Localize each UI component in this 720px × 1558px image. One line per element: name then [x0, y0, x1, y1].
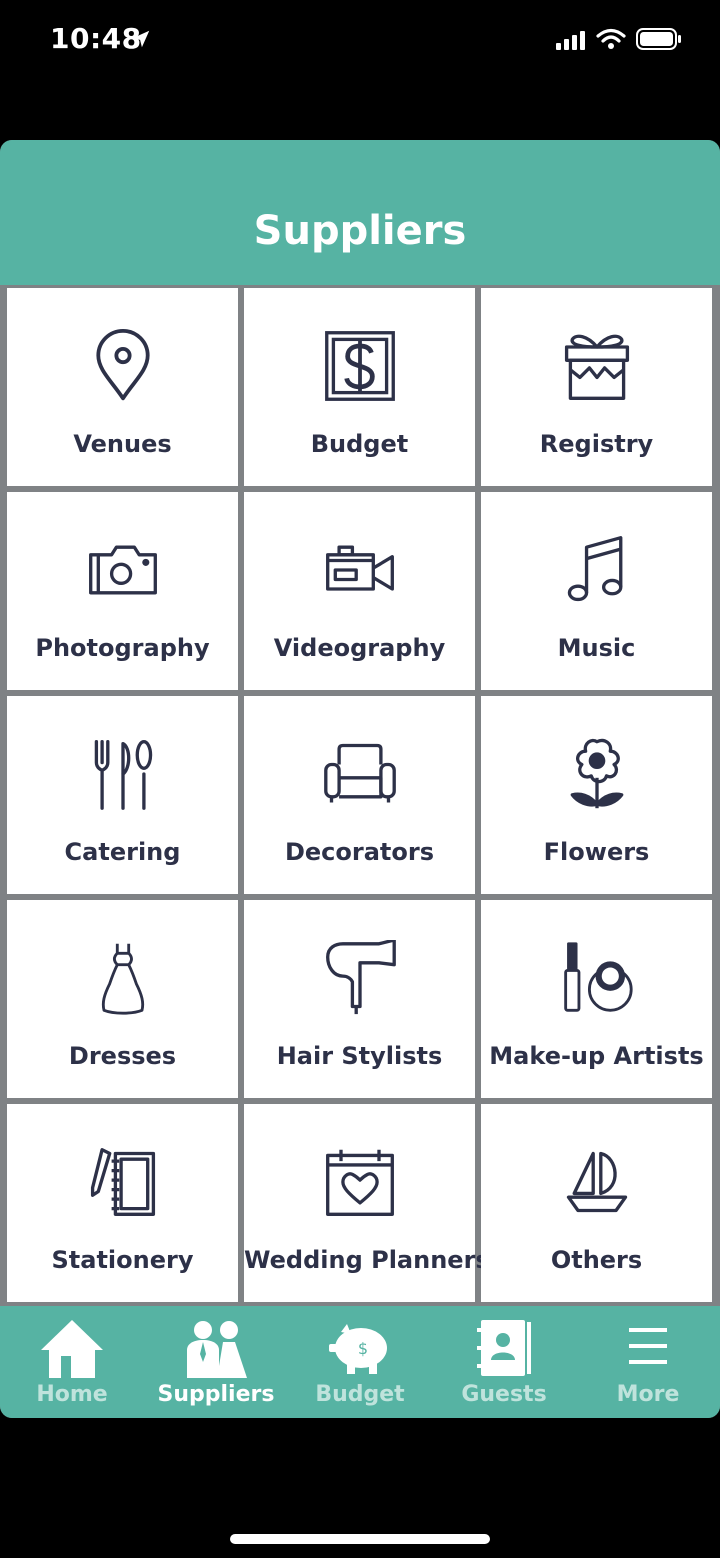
camera-icon [88, 545, 157, 595]
category-label: Others [550, 1246, 643, 1274]
tab-budget[interactable]: $ Budget [288, 1306, 432, 1418]
status-time: 10:48 [50, 22, 142, 55]
category-tile-music[interactable]: Music [481, 492, 712, 690]
tab-label: More [616, 1382, 680, 1407]
map-pin-icon [95, 329, 150, 401]
cutlery-icon [94, 740, 152, 810]
category-label: Budget [310, 430, 409, 458]
category-tile-make-up-artists[interactable]: Make-up Artists [481, 900, 712, 1098]
category-label: Dresses [68, 1042, 177, 1070]
music-note-icon [567, 536, 622, 602]
armchair-icon [323, 743, 396, 803]
category-label: Flowers [543, 838, 650, 866]
category-tile-hair-stylists[interactable]: Hair Stylists [244, 900, 475, 1098]
flower-icon [570, 738, 623, 809]
category-label: Decorators [284, 838, 435, 866]
battery-icon [636, 28, 681, 50]
status-bar: 10:48 [0, 0, 720, 80]
tab-guests[interactable]: Guests [432, 1306, 576, 1418]
category-label: Registry [539, 430, 654, 458]
page-title: Suppliers [253, 208, 467, 254]
category-tile-catering[interactable]: Catering [7, 696, 238, 894]
tab-suppliers[interactable]: Suppliers [144, 1306, 288, 1418]
category-label: Make-up Artists [489, 1042, 704, 1070]
category-tile-others[interactable]: Others [481, 1104, 712, 1302]
tab-home[interactable]: Home [0, 1306, 144, 1418]
category-label: Wedding Planners [244, 1246, 490, 1274]
signal-icon [556, 31, 585, 50]
category-tile-videography[interactable]: Videography [244, 492, 475, 690]
category-tile-photography[interactable]: Photography [7, 492, 238, 690]
category-tile-wedding-planners[interactable]: Wedding Planners [244, 1104, 490, 1302]
category-label: Stationery [51, 1246, 194, 1274]
couple-icon [187, 1321, 247, 1378]
category-label: Hair Stylists [276, 1042, 443, 1070]
category-tile-flowers[interactable]: Flowers [481, 696, 712, 894]
category-label: Catering [64, 838, 181, 866]
location-arrow-icon [132, 30, 150, 48]
category-tile-registry[interactable]: Registry [481, 288, 712, 486]
category-tile-dresses[interactable]: Dresses [7, 900, 238, 1098]
house-icon [41, 1320, 103, 1378]
category-tile-budget[interactable]: Budget [244, 288, 475, 486]
tab-label: Guests [461, 1382, 547, 1407]
home-indicator[interactable] [230, 1534, 490, 1544]
piggy-bank-icon: $ [329, 1324, 387, 1374]
category-tile-decorators[interactable]: Decorators [244, 696, 475, 894]
svg-text:$: $ [358, 1339, 368, 1358]
gift-box-icon [564, 334, 629, 400]
category-tile-stationery[interactable]: Stationery [7, 1104, 238, 1302]
hair-dryer-icon [325, 940, 396, 1015]
category-label: Videography [273, 634, 446, 662]
tab-label: Home [36, 1382, 108, 1407]
wifi-icon [596, 28, 626, 49]
header: Suppliers [0, 140, 720, 285]
hamburger-menu-icon [629, 1328, 667, 1364]
tab-label: Budget [315, 1382, 405, 1407]
category-label: Music [557, 634, 636, 662]
tab-bar: Home Suppliers $ Budget Guests More [0, 1306, 720, 1418]
dress-icon [101, 943, 144, 1015]
tab-more[interactable]: More [576, 1306, 720, 1418]
makeup-icon [563, 942, 633, 1012]
sailboat-icon [566, 1151, 627, 1213]
contacts-book-icon [477, 1320, 531, 1376]
dollar-frame-icon [324, 331, 395, 401]
app-screen: Suppliers Venues Budget Registry Photogr… [0, 140, 720, 1418]
notebook-pencil-icon [90, 1148, 155, 1216]
category-tile-venues[interactable]: Venues [7, 288, 238, 486]
tab-label: Suppliers [157, 1382, 275, 1407]
calendar-heart-icon [325, 1149, 394, 1216]
video-camera-icon [325, 545, 394, 591]
category-label: Venues [73, 430, 172, 458]
category-label: Photography [35, 634, 210, 662]
